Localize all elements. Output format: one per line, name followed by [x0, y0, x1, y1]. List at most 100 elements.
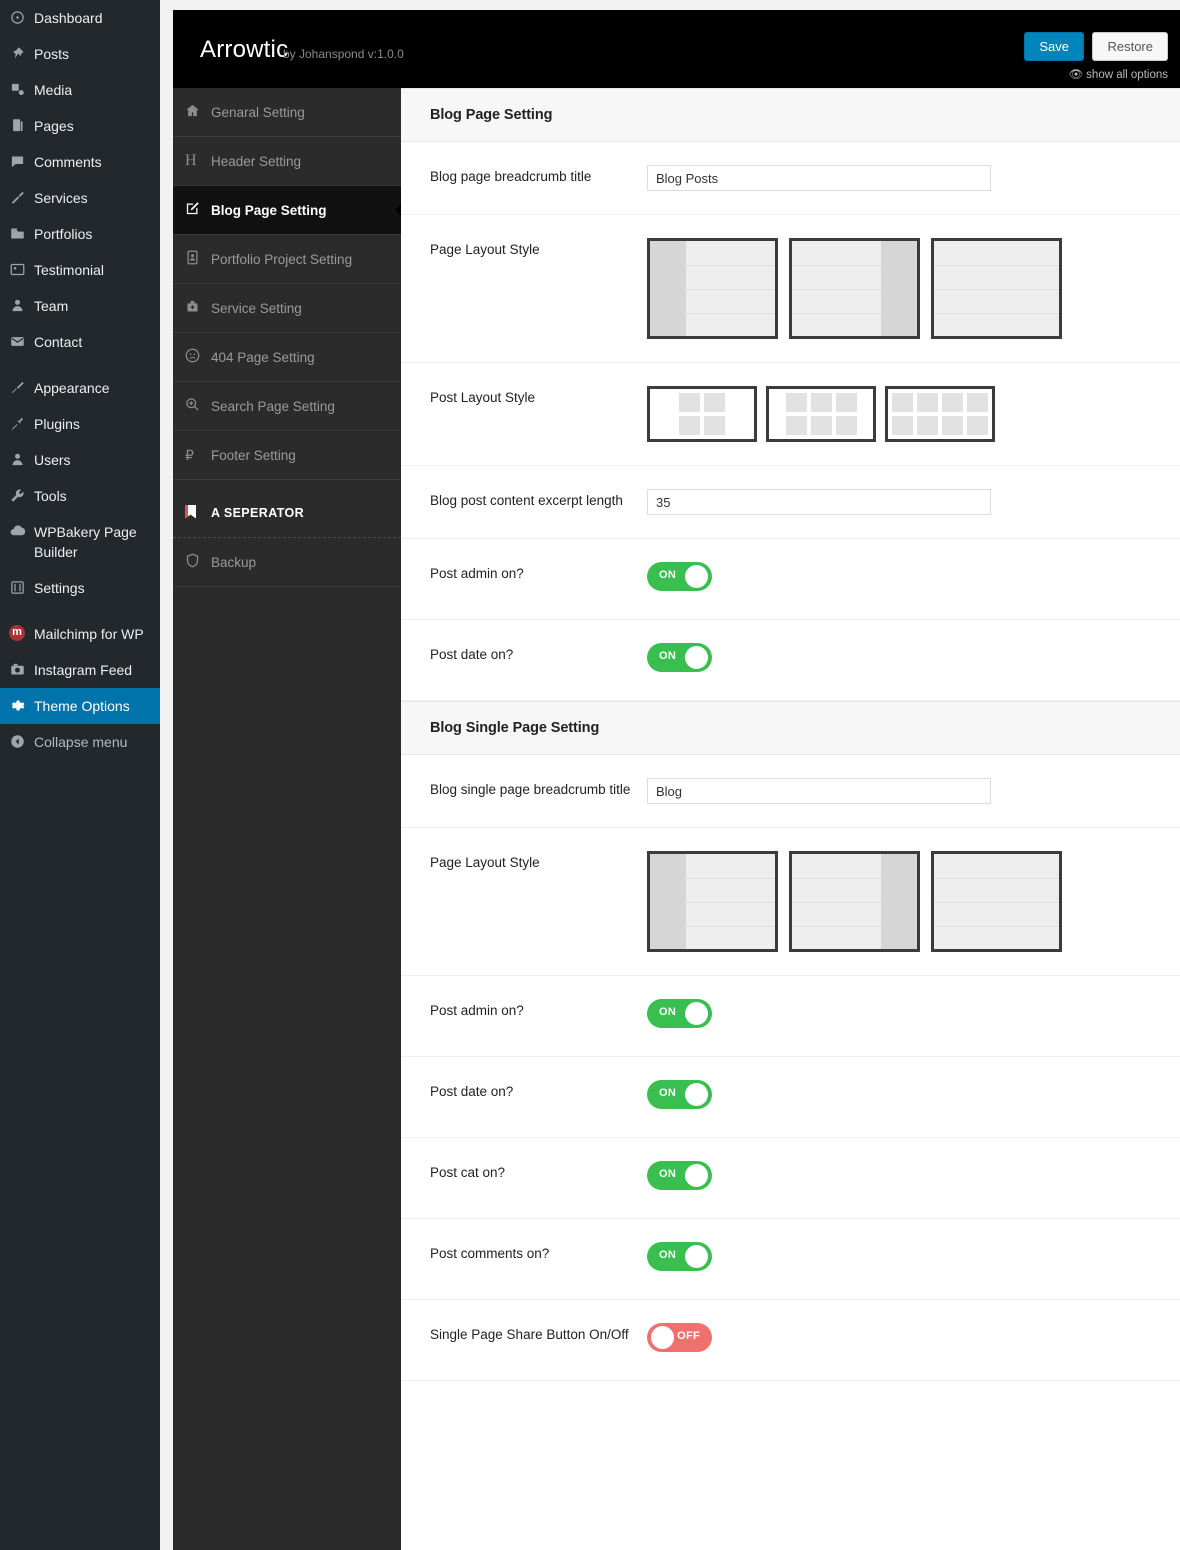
setting-row: Blog page breadcrumb title	[401, 142, 1180, 215]
wp-menu-item-services[interactable]: Services	[0, 180, 160, 216]
toggle-state-label: ON	[659, 569, 677, 581]
wp-menu-item-settings[interactable]: Settings	[0, 570, 160, 606]
restore-button[interactable]: Restore	[1092, 32, 1168, 61]
wp-menu-item-plugins[interactable]: Plugins	[0, 406, 160, 442]
wp-menu-item-theme-options[interactable]: Theme Options	[0, 688, 168, 724]
wp-menu-item-wpbakery-page-builder[interactable]: WPBakery Page Builder	[0, 514, 160, 570]
options-nav-item-portfolio-project-setting[interactable]: Portfolio Project Setting	[173, 235, 401, 284]
options-form-area: Blog Page Setting Blog page breadcrumb ti…	[401, 88, 1180, 1550]
toggle-switch[interactable]: ON	[647, 999, 712, 1028]
toggle-switch[interactable]: ON	[647, 643, 712, 672]
wp-menu-item-label: Dashboard	[34, 10, 103, 26]
save-button[interactable]: Save	[1024, 32, 1085, 61]
setting-row: Page Layout Style	[401, 215, 1180, 363]
pencil-square-icon	[185, 201, 211, 219]
options-nav-separator-label: A SEPERATOR	[211, 506, 305, 520]
options-nav-item-service-setting[interactable]: Service Setting	[173, 284, 401, 333]
wp-menu-item-appearance[interactable]: Appearance	[0, 370, 160, 406]
thumb-grid	[679, 393, 725, 435]
wp-menu-item-pages[interactable]: Pages	[0, 108, 160, 144]
setting-label: Blog post content excerpt length	[430, 493, 623, 508]
wp-menu-item-portfolios[interactable]: Portfolios	[0, 216, 160, 252]
toggle-state-label: ON	[659, 1087, 677, 1099]
setting-control: OFF	[647, 1323, 1180, 1357]
wp-menu-item-testimonial[interactable]: Testimonial	[0, 252, 160, 288]
page-layout-option-left-sidebar[interactable]	[647, 238, 778, 339]
options-nav-item-search-page-setting[interactable]: Search Page Setting	[173, 382, 401, 431]
setting-label: Page Layout Style	[430, 242, 540, 257]
setting-label: Page Layout Style	[430, 855, 540, 870]
wp-menu-item-comments[interactable]: Comments	[0, 144, 160, 180]
setting-row: Post admin on? ON	[401, 976, 1180, 1057]
wp-menu-item-media[interactable]: Media	[0, 72, 160, 108]
wp-menu-item-label: Collapse menu	[34, 734, 128, 750]
setting-row: Single Page Share Button On/Off OFF	[401, 1300, 1180, 1381]
post-layout-option-3-column[interactable]	[766, 386, 876, 442]
setting-label: Post cat on?	[430, 1165, 506, 1180]
show-all-options-toggle[interactable]: 👁︎ show all options	[1024, 67, 1168, 81]
setting-text-input[interactable]	[647, 165, 991, 191]
page-layout-option-right-sidebar[interactable]	[789, 238, 920, 339]
toggle-switch[interactable]: OFF	[647, 1323, 712, 1352]
wp-menu-item-collapse-menu[interactable]: Collapse menu	[0, 724, 160, 760]
page-layout-options	[647, 851, 1150, 952]
options-nav-item-label: Backup	[211, 554, 257, 570]
options-nav-item-footer-setting[interactable]: ₽ Footer Setting	[173, 431, 401, 480]
toggle-knob	[685, 1002, 708, 1025]
portfolio-icon	[0, 224, 34, 244]
wp-menu-item-users[interactable]: Users	[0, 442, 160, 478]
wp-menu-item-team[interactable]: Team	[0, 288, 160, 324]
collapse-icon	[0, 732, 34, 752]
wp-menu-item-dashboard[interactable]: Dashboard	[0, 0, 160, 36]
page-layout-option-left-sidebar[interactable]	[647, 851, 778, 952]
options-nav-item-label: 404 Page Setting	[211, 349, 315, 365]
setting-control	[647, 386, 1180, 442]
toggle-switch[interactable]: ON	[647, 1080, 712, 1109]
wp-menu-item-label: Team	[34, 298, 69, 314]
ruble-icon: ₽	[185, 446, 194, 463]
toggle-knob	[685, 1245, 708, 1268]
wp-menu-item-posts[interactable]: Posts	[0, 36, 160, 72]
options-nav-item-404-page-setting[interactable]: 404 Page Setting	[173, 333, 401, 382]
wp-menu-item-mailchimp-for-wp[interactable]: Mailchimp for WP	[0, 616, 160, 652]
comment-icon	[0, 152, 34, 172]
options-nav: Genaral Setting H Header Setting Blog Page …	[173, 88, 402, 1550]
wp-menu-item-instagram-feed[interactable]: Instagram Feed	[0, 652, 160, 688]
plug-icon	[0, 414, 34, 434]
users-icon	[0, 450, 34, 470]
toggle-switch[interactable]: ON	[647, 1242, 712, 1271]
toggle-switch[interactable]: ON	[647, 562, 712, 591]
wp-menu-item-label: Portfolios	[34, 226, 93, 242]
setting-control	[647, 778, 1180, 804]
wp-menu-item-contact[interactable]: Contact	[0, 324, 160, 360]
options-nav-item-blog-page-setting[interactable]: Blog Page Setting	[173, 186, 402, 235]
post-layout-options	[647, 386, 1150, 442]
page-layout-option-full-width[interactable]	[931, 238, 1062, 339]
setting-control: ON	[647, 643, 1180, 677]
options-nav-item-backup[interactable]: Backup	[173, 538, 401, 587]
wp-menu-item-label: Appearance	[34, 380, 110, 396]
screen-root: Dashboard Posts Media Pages Comments Services…	[0, 0, 1180, 1550]
page-layout-option-right-sidebar[interactable]	[789, 851, 920, 952]
wp-menu-item-label: WPBakery Page Builder	[34, 524, 137, 560]
wp-menu-item-label: Comments	[34, 154, 102, 170]
thumb-lines	[934, 241, 1059, 336]
post-layout-option-2-column[interactable]	[647, 386, 757, 442]
section-heading: Blog Single Page Setting	[401, 701, 1180, 755]
setting-text-input[interactable]	[647, 778, 991, 804]
wp-menu-item-label: Testimonial	[34, 262, 105, 278]
post-layout-option-4-column[interactable]	[885, 386, 995, 442]
thumb-sidebar-right	[881, 241, 917, 336]
setting-text-input[interactable]	[647, 489, 991, 515]
options-nav-item-genaral-setting[interactable]: Genaral Setting	[173, 88, 401, 137]
brush-icon	[0, 378, 34, 398]
thumb-body	[934, 241, 1059, 336]
options-nav-item-header-setting[interactable]: H Header Setting	[173, 137, 401, 186]
frown-icon	[185, 348, 211, 366]
section-heading: Blog Page Setting	[401, 88, 1180, 142]
page-layout-option-full-width[interactable]	[931, 851, 1062, 952]
toggle-switch[interactable]: ON	[647, 1161, 712, 1190]
wp-menu-item-tools[interactable]: Tools	[0, 478, 160, 514]
setting-control: ON	[647, 1161, 1180, 1195]
active-menu-arrow	[160, 698, 168, 714]
